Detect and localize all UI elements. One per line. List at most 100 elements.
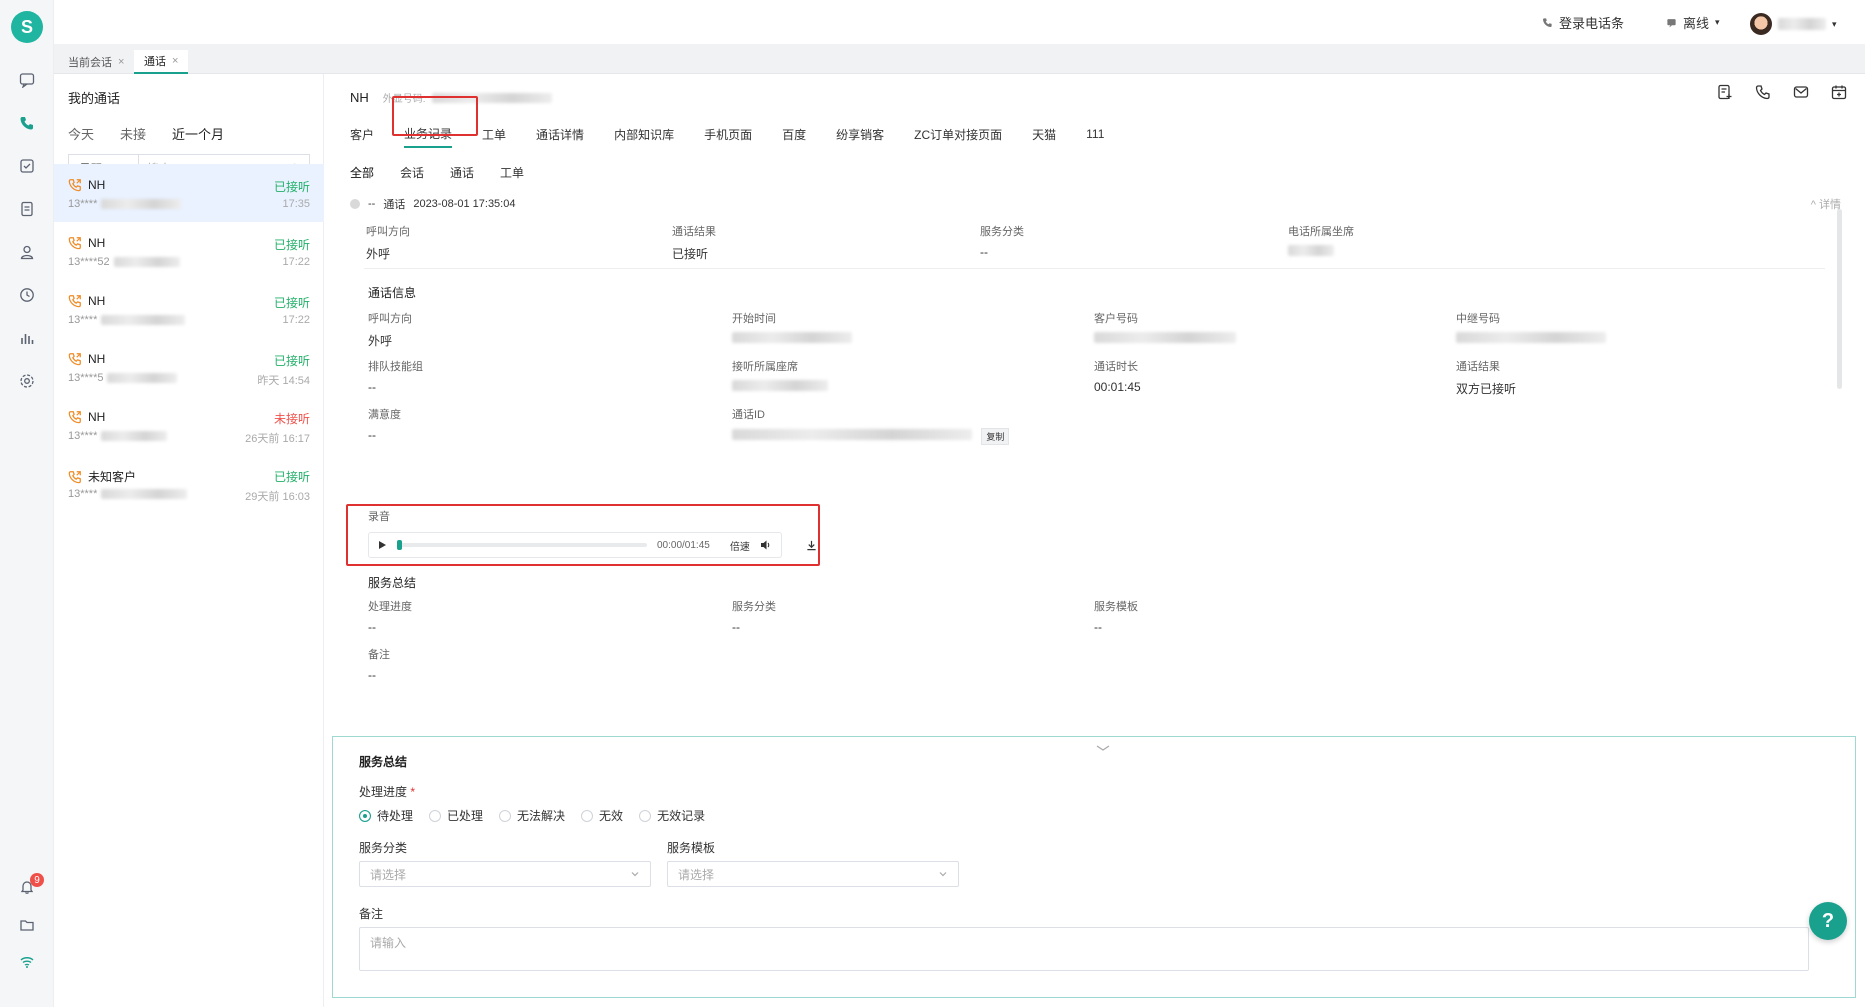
add-ticket-icon[interactable] — [1717, 84, 1733, 100]
phonebar-login-label: 登录电话条 — [1559, 16, 1625, 31]
call-list-item[interactable]: 未知客户 已接听 13**** 29天前 16:03 — [54, 454, 324, 512]
tab-call-details[interactable]: 通话详情 — [536, 120, 584, 148]
call-info-title: 通话信息 — [368, 286, 417, 300]
status-dropdown[interactable]: 离线 ▾ — [1666, 13, 1720, 32]
progress-label-text: 处理进度 — [359, 785, 408, 799]
call-filters: 今天 未接 近一个月 — [68, 124, 224, 143]
call-list-item[interactable]: NH 已接听 13****5 昨天 14:54 — [54, 338, 324, 396]
document-icon[interactable] — [17, 199, 37, 219]
call-list-item[interactable]: NH 已接听 13**** 17:22 — [54, 280, 324, 338]
phone-icon[interactable] — [17, 113, 37, 133]
caller-row: 未知客户 — [68, 468, 136, 485]
tab-customer[interactable]: 客户 — [350, 120, 374, 148]
filter-call[interactable]: 通话 — [450, 164, 474, 181]
speed-button[interactable]: 倍速 — [730, 538, 750, 553]
radio-label: 无效 — [599, 809, 624, 823]
avatar — [1750, 13, 1772, 35]
tab-current-session[interactable]: 当前会话 × — [58, 50, 134, 74]
radio-invalid[interactable]: 无效 — [581, 807, 623, 824]
call-list-item[interactable]: NH 已接听 13**** 17:35 — [54, 164, 324, 222]
tab-mobile-page[interactable]: 手机页面 — [704, 120, 752, 148]
call-list-item[interactable]: NH 已接听 13****52 17:22 — [54, 222, 324, 280]
tab-knowledge-base[interactable]: 内部知识库 — [614, 120, 674, 148]
field-label: 服务模板 — [1094, 601, 1138, 613]
caller-name: NH — [88, 236, 106, 250]
caller-phone: 13****52 — [68, 256, 180, 268]
radio-processed[interactable]: 已处理 — [429, 807, 483, 824]
remark-textarea[interactable]: 请输入 — [359, 927, 1809, 971]
answering-agent-field: 接听所属座席 — [732, 358, 828, 394]
radio-unchecked-icon — [499, 809, 512, 822]
template-field: 服务模板 -- — [1094, 598, 1138, 634]
filter-all[interactable]: 全部 — [350, 164, 374, 181]
field-value: -- — [732, 620, 740, 634]
tab-zc-order[interactable]: ZC订单对接页面 — [914, 120, 1002, 148]
chat-icon[interactable] — [17, 70, 37, 90]
category-select[interactable]: 请选择 — [359, 861, 651, 887]
field-label: 处理进度 — [368, 601, 412, 613]
tab-tmall[interactable]: 天猫 — [1032, 120, 1056, 148]
tab-111[interactable]: 111 — [1086, 120, 1104, 148]
call-status: 未接听 — [273, 412, 310, 426]
filter-session[interactable]: 会话 — [400, 164, 424, 181]
call-icon[interactable] — [1755, 84, 1771, 100]
scrollbar[interactable] — [1837, 209, 1842, 389]
caller-phone: 13**** — [68, 198, 182, 210]
filter-today[interactable]: 今天 — [68, 124, 94, 143]
template-select[interactable]: 请选择 — [667, 861, 959, 887]
contact-icon[interactable] — [17, 242, 37, 262]
customer-name: NH — [350, 90, 369, 105]
outgoing-call-icon — [68, 411, 81, 424]
field-value: -- — [980, 245, 988, 259]
field-label: 中继号码 — [1456, 313, 1500, 325]
filter-last-month[interactable]: 近一个月 — [172, 124, 224, 143]
radio-label: 待处理 — [377, 809, 414, 823]
radio-invalid-record[interactable]: 无效记录 — [639, 807, 705, 824]
app-logo[interactable]: S — [11, 11, 43, 43]
filter-ticket[interactable]: 工单 — [500, 164, 524, 181]
phone-redacted — [101, 315, 186, 325]
chevron-down-icon — [939, 872, 947, 877]
close-icon[interactable]: × — [172, 55, 178, 67]
field-label: 呼叫方向 — [368, 313, 412, 325]
record-dot-icon — [350, 199, 360, 209]
play-icon[interactable] — [377, 540, 387, 550]
folder-icon[interactable] — [17, 915, 37, 935]
tab-baidu[interactable]: 百度 — [782, 120, 806, 148]
radio-pending[interactable]: 待处理 — [359, 807, 413, 824]
template-placeholder: 请选择 — [678, 867, 715, 882]
call-list-item[interactable]: NH 未接听 13**** 26天前 16:17 — [54, 396, 324, 454]
phonebar-login-button[interactable]: 登录电话条 — [1542, 13, 1624, 32]
collapse-chevron-icon[interactable] — [1095, 743, 1111, 753]
field-value — [1094, 332, 1236, 346]
history-icon[interactable] — [17, 285, 37, 305]
tab-ticket[interactable]: 工单 — [482, 120, 506, 148]
volume-icon[interactable] — [760, 539, 772, 551]
calendar-add-icon[interactable] — [1831, 84, 1847, 100]
call-list-panel: 我的通话 今天 未接 近一个月 号码 搜索 NH 已接听 13**** 17:3… — [54, 74, 324, 1007]
filter-missed[interactable]: 未接 — [120, 124, 146, 143]
caller-phone: 13****5 — [68, 372, 178, 384]
tab-fxiaoke[interactable]: 纷享销客 — [836, 120, 884, 148]
close-icon[interactable]: × — [118, 56, 124, 68]
audio-progress-bar[interactable] — [397, 540, 647, 550]
mail-icon[interactable] — [1793, 84, 1809, 100]
outgoing-call-icon — [68, 353, 81, 366]
task-icon[interactable] — [17, 156, 37, 176]
report-icon[interactable] — [17, 328, 37, 348]
copy-button[interactable]: 复制 — [981, 428, 1010, 445]
user-menu[interactable]: ▾ — [1750, 13, 1837, 35]
call-duration-field: 通话时长 00:01:45 — [1094, 358, 1141, 394]
settings-icon[interactable] — [17, 371, 37, 391]
field-label: 录音 — [368, 511, 390, 523]
field-label: 电话所属坐席 — [1288, 226, 1354, 238]
status-icon — [1667, 19, 1676, 28]
radio-unresolvable[interactable]: 无法解决 — [499, 807, 565, 824]
progress-knob[interactable] — [397, 540, 402, 550]
tab-label: 通话 — [144, 56, 166, 68]
toolbar — [1717, 84, 1847, 100]
help-button[interactable]: ? — [1809, 902, 1847, 940]
download-icon[interactable] — [806, 540, 817, 551]
field-value: 00:01:45 — [1094, 380, 1141, 394]
tab-call[interactable]: 通话 × — [134, 50, 189, 74]
